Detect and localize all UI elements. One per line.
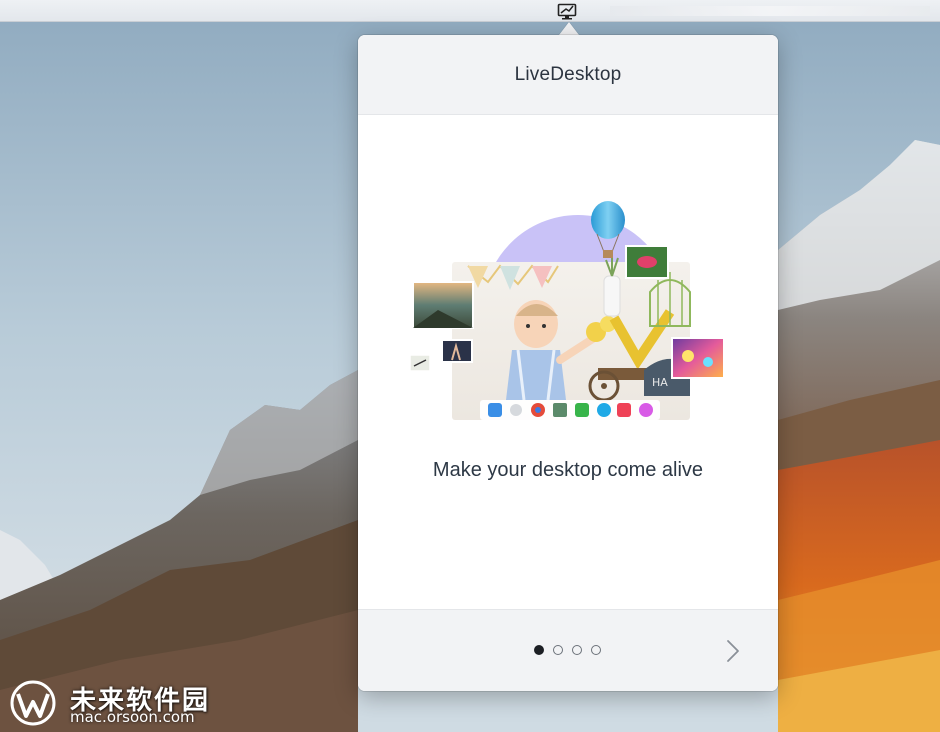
popover-footer	[358, 609, 778, 691]
chevron-right-icon	[727, 640, 739, 662]
svg-text:HA: HA	[652, 376, 668, 389]
page-indicator	[534, 645, 601, 655]
menu-bar	[0, 0, 940, 22]
page-dot-3[interactable]	[572, 645, 582, 655]
watermark-logo-icon	[10, 680, 56, 726]
watermark-url: mac.orsoon.com	[70, 708, 195, 726]
popover-header: LiveDesktop	[358, 35, 778, 115]
page-dot-2[interactable]	[553, 645, 563, 655]
menubar-status-items	[610, 6, 930, 16]
popover-arrow	[559, 22, 579, 35]
headline-text: Make your desktop come alive	[432, 459, 704, 481]
page-dot-1[interactable]	[534, 645, 544, 655]
livedesktop-monitor-icon[interactable]	[556, 2, 578, 20]
livedesktop-popover: LiveDesktop HA Make your desktop come al…	[358, 35, 778, 691]
desktop-collage-illustration: HA	[409, 201, 725, 420]
page-dot-4[interactable]	[591, 645, 601, 655]
site-watermark: 未来软件园 mac.orsoon.com	[8, 676, 218, 728]
next-page-button[interactable]	[720, 638, 746, 664]
popover-title: LiveDesktop	[514, 63, 622, 85]
